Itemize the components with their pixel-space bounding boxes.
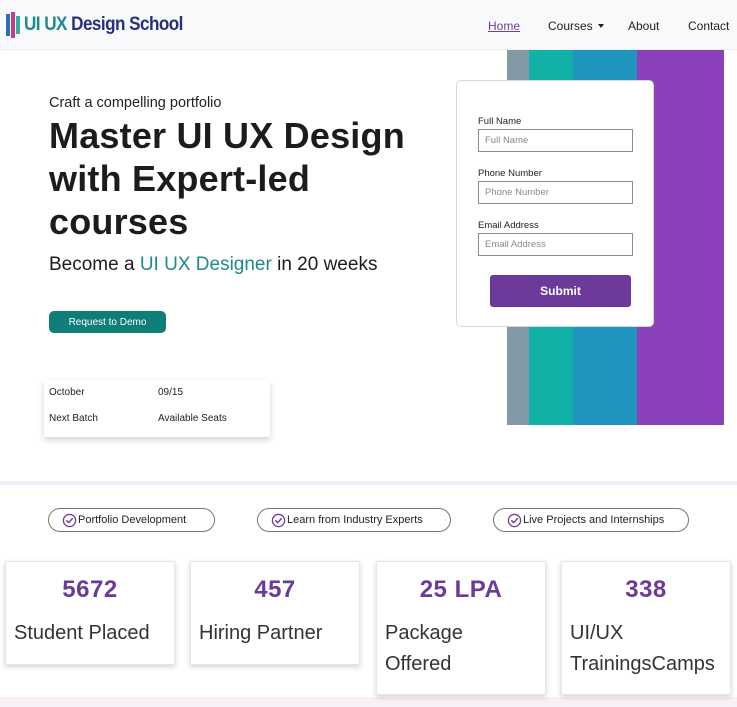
hero-subline-highlight: UI UX Designer — [139, 254, 272, 275]
batch-month: October — [49, 387, 85, 398]
stat-value: 5672 — [62, 576, 118, 603]
phone-input[interactable]: Phone Number — [478, 181, 633, 204]
nav-courses-dropdown[interactable]: Courses — [548, 19, 604, 33]
request-demo-button[interactable]: Request to Demo — [49, 311, 166, 333]
stat-label: UI/UX TrainingsCamps — [570, 622, 715, 675]
full-name-label: Full Name — [478, 116, 522, 127]
batch-info-card: October 09/15 Next Batch Available Seats — [44, 380, 270, 437]
full-name-input[interactable]: Full Name — [478, 129, 633, 152]
stat-value: 25 LPA — [419, 576, 503, 603]
feature-pill-label: Portfolio Development — [78, 514, 187, 526]
nav-courses-label: Courses — [548, 19, 593, 33]
check-circle-icon — [507, 513, 522, 528]
phone-label: Phone Number — [478, 168, 542, 179]
feature-pill-label: Live Projects and Internships — [523, 514, 665, 526]
section-footer-band — [0, 697, 737, 707]
stat-card-package: 25 LPA Package Offered — [376, 561, 546, 695]
nav-about-link[interactable]: About — [628, 19, 659, 33]
stat-card-students: 5672 Student Placed — [5, 561, 175, 665]
batch-date: 09/15 — [158, 387, 184, 398]
check-circle-icon — [62, 513, 77, 528]
stat-value: 338 — [625, 576, 667, 603]
hero-headline: Master UI UX Design with Expert-led cour… — [49, 115, 405, 242]
stat-label: Hiring Partner — [199, 622, 323, 644]
stat-label: Student Placed — [14, 622, 150, 644]
feature-pill-portfolio: Portfolio Development — [48, 508, 215, 532]
stat-value: 457 — [254, 576, 296, 603]
submit-button[interactable]: Submit — [490, 275, 631, 307]
nav-home-link[interactable]: Home — [488, 19, 520, 33]
caret-down-icon — [597, 24, 604, 28]
stat-card-camps: 338 UI/UX TrainingsCamps — [561, 561, 731, 695]
hero-subline: Become a UI UX Designer in 20 weeks — [49, 254, 378, 275]
brand-logo[interactable]: UI UX Design School — [6, 11, 201, 39]
check-circle-icon — [271, 513, 286, 528]
feature-pill-experts: Learn from Industry Experts — [257, 508, 451, 532]
email-label: Email Address — [478, 220, 539, 231]
feature-pill-label: Learn from Industry Experts — [287, 514, 423, 526]
hero-eyebrow: Craft a compelling portfolio — [49, 95, 222, 111]
available-seats-label: Available Seats — [158, 413, 227, 424]
next-batch-label: Next Batch — [49, 413, 98, 424]
navbar: UI UX Design School Home Courses About C… — [0, 0, 737, 50]
email-input[interactable]: Email Address — [478, 233, 633, 256]
brand-name: UI UX Design School — [24, 14, 183, 35]
nav-contact-link[interactable]: Contact — [688, 19, 729, 33]
enquiry-form: Full Name Full Name Phone Number Phone N… — [456, 80, 654, 327]
logo-mark-icon — [6, 12, 22, 38]
stat-card-partners: 457 Hiring Partner — [190, 561, 360, 665]
feature-pill-projects: Live Projects and Internships — [493, 508, 689, 532]
stat-label: Package Offered — [385, 622, 463, 675]
